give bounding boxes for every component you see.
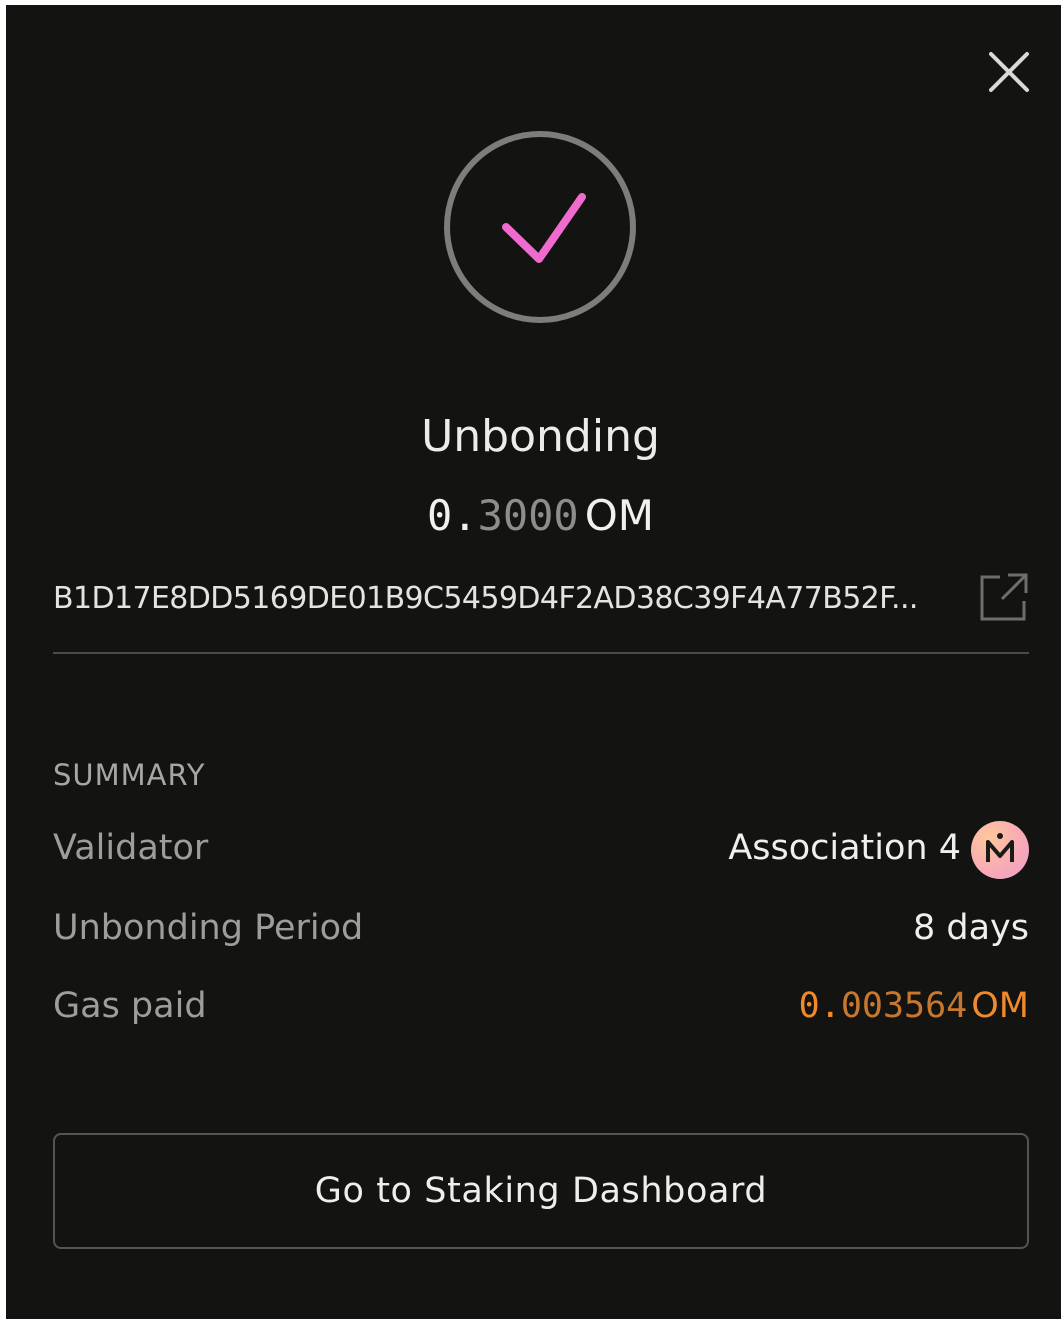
validator-name: Association 4 — [728, 828, 961, 868]
amount-unit: OM — [584, 491, 655, 540]
close-icon — [989, 52, 1029, 92]
staking-dashboard-button[interactable]: Go to Staking Dashboard — [53, 1133, 1029, 1249]
summary-heading: SUMMARY — [53, 758, 206, 792]
mantra-logo-icon — [986, 833, 1014, 862]
gas-integer: 0. — [798, 986, 841, 1026]
gas-paid-row: Gas paid 0.003564 OM — [53, 979, 1029, 1029]
amount-integer: 0. — [426, 491, 478, 540]
gas-paid-label: Gas paid — [53, 986, 207, 1026]
gas-decimals: 003564 — [840, 986, 968, 1026]
success-status — [442, 129, 642, 329]
close-button[interactable] — [986, 49, 1032, 95]
checkmark-icon — [444, 131, 636, 323]
amount-decimals: 3000 — [477, 491, 579, 540]
transaction-hash[interactable]: B1D17E8DD5169DE01B9C5459D4F2AD38C39F4A77… — [53, 581, 953, 617]
validator-avatar — [971, 821, 1029, 879]
gas-unit: OM — [971, 986, 1029, 1026]
divider — [53, 652, 1029, 654]
transaction-success-dialog: Unbonding 0.3000 OM B1D17E8DD5169DE01B9C5… — [6, 5, 1061, 1319]
unbonding-period-label: Unbonding Period — [53, 908, 364, 948]
unbonding-period-row: Unbonding Period 8 days — [53, 901, 1029, 951]
transaction-row: B1D17E8DD5169DE01B9C5459D4F2AD38C39F4A77… — [53, 569, 1029, 629]
gas-paid-value: 0.003564 OM — [799, 985, 1029, 1027]
unbond-amount: 0.3000 OM — [6, 489, 1061, 543]
external-link-icon — [980, 573, 1028, 621]
validator-row: Validator Association 4 — [53, 821, 1029, 879]
validator-label: Validator — [53, 828, 209, 868]
unbonding-period-value: 8 days — [912, 908, 1029, 948]
open-explorer-link[interactable] — [978, 571, 1030, 623]
status-title: Unbonding — [421, 411, 660, 462]
